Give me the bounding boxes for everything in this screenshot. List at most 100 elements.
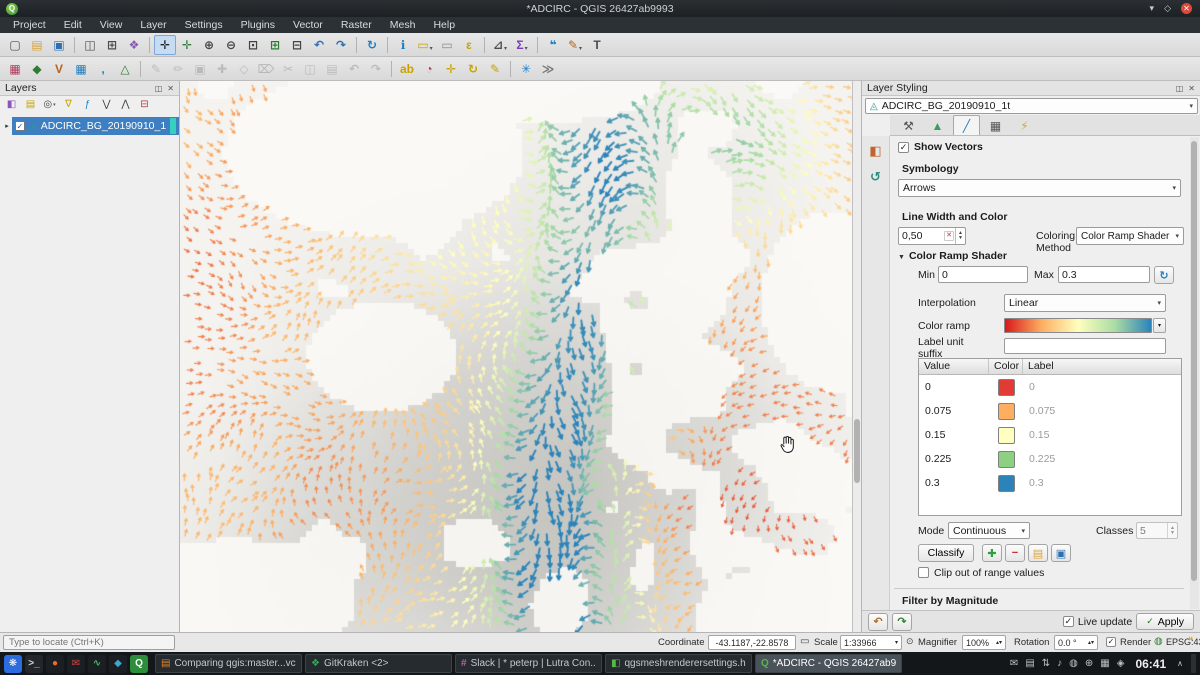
lock-scale-icon[interactable]: ⊙ (906, 636, 914, 647)
color-swatch[interactable] (998, 379, 1015, 396)
color-swatch[interactable] (998, 427, 1015, 444)
coordinate-value-box[interactable]: -43.1187,-22.8578 (708, 635, 796, 650)
locator-input[interactable] (9, 637, 169, 648)
menu-settings[interactable]: Settings (176, 19, 232, 31)
task-gitkraken[interactable]: ❖GitKraken <2> (305, 654, 452, 673)
add-group-button[interactable]: ▤ (22, 97, 39, 112)
task-qtcreator[interactable]: ◧qgsmeshrenderersettings.h... (605, 654, 752, 673)
color-map-row[interactable]: 0.150.15 (919, 423, 1181, 447)
load-color-map-button[interactable]: ▤ (1028, 544, 1048, 562)
coloring-method-combo[interactable]: Color Ramp Shader ▾ (1076, 227, 1184, 245)
tab-general-settings[interactable]: ⚒ (895, 115, 922, 135)
render-checkbox[interactable]: ✓ (1106, 637, 1116, 647)
system-monitor-icon[interactable]: ∿ (88, 655, 106, 673)
shade-window-icon[interactable]: ▾ (1150, 3, 1155, 14)
color-map-value[interactable]: 0.075 (919, 405, 989, 417)
open-layer-styling-button[interactable]: ◧ (3, 97, 20, 112)
color-column-header[interactable]: Color (989, 359, 1023, 374)
menu-help[interactable]: Help (424, 19, 464, 31)
pan-to-selection-button[interactable]: ✛ (176, 35, 198, 55)
close-window-icon[interactable]: ✕ (1181, 3, 1192, 14)
color-map-row[interactable]: 00 (919, 375, 1181, 399)
show-vectors-checkbox[interactable]: ✓ (898, 142, 909, 153)
color-map-table[interactable]: Value Color Label 000.0750.0750.150.150.… (918, 358, 1182, 516)
statistical-summary-button[interactable]: Σ▾ (511, 35, 533, 55)
zoom-next-button[interactable]: ↷ (330, 35, 352, 55)
layer-diagram-button[interactable]: ◔ (418, 59, 440, 79)
change-label-button[interactable]: ✎ (484, 59, 506, 79)
new-print-layout-button[interactable]: ◫ (79, 35, 101, 55)
panel-edge-widget[interactable] (1191, 654, 1196, 673)
style-redo-button[interactable]: ↷ (892, 613, 912, 631)
zoom-in-button[interactable]: ⊕ (198, 35, 220, 55)
tray-vault-icon[interactable]: ◈ (1117, 658, 1125, 669)
color-map-label[interactable]: 0.225 (1023, 453, 1181, 465)
color-map-label[interactable]: 0.15 (1023, 429, 1181, 441)
color-map-label[interactable]: 0.3 (1023, 477, 1181, 489)
styling-scrollbar-thumb[interactable] (1191, 141, 1197, 581)
label-unit-suffix-input[interactable] (1004, 338, 1166, 354)
layer-labeling-button[interactable]: ab (396, 59, 418, 79)
apply-button[interactable]: ✓ Apply (1136, 613, 1194, 630)
interpolation-combo[interactable]: Linear ▾ (1004, 294, 1166, 312)
maximize-window-icon[interactable]: ◇ (1164, 3, 1171, 14)
expander-icon[interactable]: ▸ (2, 122, 12, 130)
task-kate[interactable]: ▤Comparing qgis:master...vcl... (155, 654, 302, 673)
add-class-button[interactable]: ✚ (982, 544, 1002, 562)
deselect-features-button[interactable]: ▭ (436, 35, 458, 55)
tray-notifications-icon[interactable]: ✉ (1010, 658, 1018, 669)
save-project-button[interactable]: ▣ (48, 35, 70, 55)
shader-section-header[interactable]: ▼Color Ramp Shader (898, 250, 1007, 262)
menu-layer[interactable]: Layer (131, 19, 175, 31)
add-delimited-text-layer-button[interactable]: , (92, 59, 114, 79)
color-swatch[interactable] (998, 475, 1015, 492)
filter-by-expression-button[interactable]: ƒ (79, 97, 96, 112)
menu-raster[interactable]: Raster (332, 19, 381, 31)
dolphin-icon[interactable]: ◆ (109, 655, 127, 673)
color-map-label[interactable]: 0.075 (1023, 405, 1181, 417)
tab-vectors[interactable]: ╱ (953, 115, 980, 135)
tab-contours[interactable]: ▲ (924, 115, 951, 135)
add-mesh-layer-button[interactable]: △ (114, 59, 136, 79)
data-source-manager-button[interactable]: ▦ (4, 59, 26, 79)
expand-all-button[interactable]: ⋁ (98, 97, 115, 112)
manage-map-themes-button[interactable]: ◎▾ (41, 97, 58, 112)
menu-view[interactable]: View (91, 19, 132, 31)
tray-updates-icon[interactable]: ⊕ (1085, 658, 1093, 669)
style-manager-button[interactable]: ❖ (123, 35, 145, 55)
color-map-row[interactable]: 0.225 0.225 (919, 447, 1181, 471)
rotation-spinbox[interactable]: 0.0 ° ▴▾ (1054, 635, 1098, 650)
tab-rendering[interactable]: ▦ (982, 115, 1009, 135)
application-launcher-icon[interactable]: ❋ (4, 655, 22, 673)
crs-icon[interactable]: ◍ (1154, 636, 1163, 647)
new-virtual-layer-button[interactable]: ▦ (70, 59, 92, 79)
filter-legend-button[interactable]: ∇ (60, 97, 77, 112)
select-features-button[interactable]: ▭▾ (414, 35, 436, 55)
kmail-icon[interactable]: ✉ (67, 655, 85, 673)
scale-combo[interactable]: 1:33966 ▾ (840, 635, 902, 650)
color-map-value[interactable]: 0.225 (919, 453, 989, 465)
menu-vector[interactable]: Vector (284, 19, 332, 31)
close-panel-icon[interactable]: ✕ (1188, 84, 1195, 93)
float-panel-icon[interactable]: ◫ (155, 84, 163, 93)
zoom-out-button[interactable]: ⊖ (220, 35, 242, 55)
tray-expander-icon[interactable]: ∧ (1177, 659, 1183, 668)
clip-checkbox[interactable] (918, 567, 929, 578)
processing-toolbox-button[interactable]: ✳ (515, 59, 537, 79)
spinner-arrows-icon[interactable]: ▲▼ (955, 228, 965, 244)
python-console-button[interactable]: ≫ (537, 59, 559, 79)
text-annotation-button[interactable]: T (586, 35, 608, 55)
map-canvas[interactable] (180, 81, 852, 632)
clock[interactable]: 06:41 (1135, 657, 1166, 671)
layer-item[interactable]: ▸ ✓ ◬ ADCIRC_BG_20190910_1t (0, 117, 179, 135)
remove-class-button[interactable]: − (1005, 544, 1025, 562)
new-shapefile-layer-button[interactable]: V (48, 59, 70, 79)
refresh-map-button[interactable]: ↻ (361, 35, 383, 55)
min-input[interactable]: 0 (938, 266, 1028, 283)
select-by-expression-button[interactable]: ε (458, 35, 480, 55)
color-swatch[interactable] (998, 451, 1015, 468)
symbology-combo[interactable]: Arrows ▾ (898, 179, 1181, 197)
value-column-header[interactable]: Value (919, 359, 989, 374)
mode-combo[interactable]: Continuous ▾ (948, 522, 1030, 539)
reload-minmax-button[interactable]: ↻ (1154, 266, 1174, 284)
